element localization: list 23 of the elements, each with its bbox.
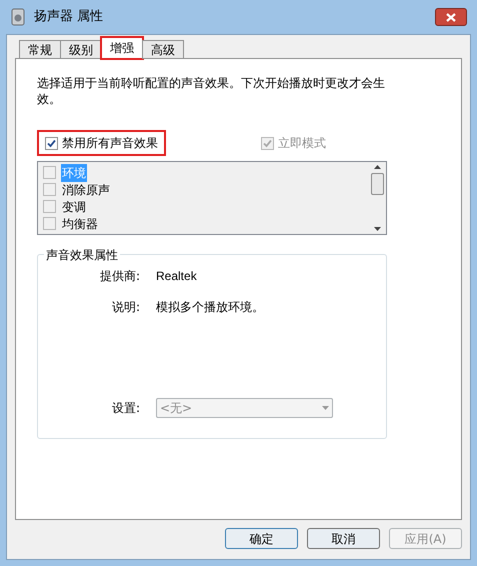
- field-label: 提供商:: [98, 268, 140, 285]
- provider-value: Realtek: [156, 268, 198, 285]
- tab[interactable]: 高级: [142, 40, 184, 59]
- close-button[interactable]: [435, 8, 467, 26]
- scroll-down-icon: [374, 227, 381, 231]
- window-title: 扬声器 属性: [34, 8, 104, 26]
- field-label: 设置:: [110, 400, 140, 417]
- field-label: 说明:: [110, 299, 140, 316]
- effect-description: 模拟多个播放环境。: [156, 299, 265, 316]
- scroll-thumb[interactable]: [371, 173, 384, 195]
- checkbox[interactable]: [45, 136, 58, 150]
- speaker-icon: [10, 8, 26, 26]
- dropdown-arrow-icon: [322, 406, 329, 410]
- tab[interactable]: 级别: [60, 40, 102, 59]
- dialog-button[interactable]: 确定: [225, 528, 298, 549]
- close-icon: [446, 12, 456, 22]
- dialog-button[interactable]: 取消: [307, 528, 380, 549]
- scroll-up-icon: [374, 165, 381, 169]
- description-text: 选择适用于当前聆听配置的声音效果。下次开始播放时更改才会生效。: [37, 75, 386, 107]
- group-title: 声音效果属性: [44, 246, 120, 264]
- tab[interactable]: 常规: [19, 40, 61, 59]
- disable-all-checkbox[interactable]: 禁用所有声音效果: [37, 130, 166, 156]
- tab[interactable]: 增强: [101, 37, 143, 59]
